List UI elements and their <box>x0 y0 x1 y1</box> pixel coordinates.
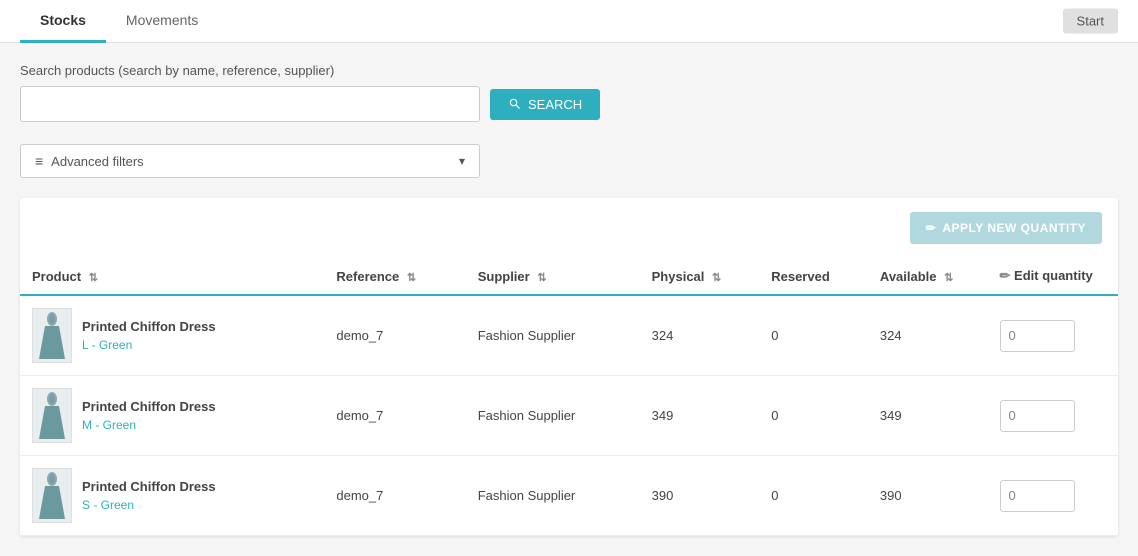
reserved-cell-0: 0 <box>759 295 868 376</box>
search-label: Search products (search by name, referen… <box>20 63 1118 78</box>
reference-cell-0: demo_7 <box>324 295 465 376</box>
edit-qty-input-0[interactable] <box>1000 320 1075 352</box>
edit-qty-cell-0 <box>988 295 1119 376</box>
table-row: Printed Chiffon Dress S - Green demo_7 F… <box>20 456 1118 536</box>
product-name-0: Printed Chiffon Dress <box>82 319 216 334</box>
apply-new-quantity-button[interactable]: ✏ APPLY NEW QUANTITY <box>910 212 1102 244</box>
search-input[interactable] <box>20 86 480 122</box>
sort-icon-product[interactable]: ⇅ <box>89 272 98 284</box>
col-header-edit: ✏ Edit quantity <box>988 258 1119 295</box>
edit-qty-cell-1 <box>988 376 1119 456</box>
reference-cell-1: demo_7 <box>324 376 465 456</box>
product-variant-2: S - Green <box>82 498 134 512</box>
edit-qty-cell-2 <box>988 456 1119 536</box>
advanced-filters-label: Advanced filters <box>51 154 144 169</box>
col-header-physical: Physical ⇅ <box>640 258 760 295</box>
product-image-2 <box>32 468 72 523</box>
available-cell-2: 390 <box>868 456 988 536</box>
col-header-reference: Reference ⇅ <box>324 258 465 295</box>
edit-qty-input-2[interactable] <box>1000 480 1075 512</box>
search-button[interactable]: SEARCH <box>490 89 600 120</box>
col-header-available: Available ⇅ <box>868 258 988 295</box>
edit-qty-input-1[interactable] <box>1000 400 1075 432</box>
reference-cell-2: demo_7 <box>324 456 465 536</box>
sort-icon-physical[interactable]: ⇅ <box>712 272 721 284</box>
main-content: ✏ APPLY NEW QUANTITY Product ⇅ Reference… <box>20 198 1118 536</box>
supplier-cell-1: Fashion Supplier <box>466 376 640 456</box>
search-button-label: SEARCH <box>528 97 582 112</box>
product-cell-0: Printed Chiffon Dress L - Green <box>20 295 324 376</box>
table-row: Printed Chiffon Dress M - Green demo_7 F… <box>20 376 1118 456</box>
product-variant-0: L - Green <box>82 338 132 352</box>
product-cell-1: Printed Chiffon Dress M - Green <box>20 376 324 456</box>
product-cell-2: Printed Chiffon Dress S - Green <box>20 456 324 536</box>
tab-stocks[interactable]: Stocks <box>20 0 106 43</box>
product-image-1 <box>32 388 72 443</box>
supplier-cell-0: Fashion Supplier <box>466 295 640 376</box>
tabs-bar: Stocks Movements Start <box>0 0 1138 43</box>
available-cell-0: 324 <box>868 295 988 376</box>
table-row: Printed Chiffon Dress L - Green demo_7 F… <box>20 295 1118 376</box>
search-icon <box>508 97 522 111</box>
filter-row: ≡ Advanced filters ▾ <box>20 144 1118 178</box>
table-header-row: Product ⇅ Reference ⇅ Supplier ⇅ Physica… <box>20 258 1118 295</box>
col-header-supplier: Supplier ⇅ <box>466 258 640 295</box>
advanced-filters-dropdown[interactable]: ≡ Advanced filters ▾ <box>20 144 480 178</box>
search-row: SEARCH <box>20 86 1118 122</box>
sort-icon-available[interactable]: ⇅ <box>944 272 953 284</box>
reserved-cell-1: 0 <box>759 376 868 456</box>
reserved-cell-2: 0 <box>759 456 868 536</box>
stock-table: Product ⇅ Reference ⇅ Supplier ⇅ Physica… <box>20 258 1118 536</box>
table-actions-row: ✏ APPLY NEW QUANTITY <box>20 198 1118 258</box>
physical-cell-1: 349 <box>640 376 760 456</box>
apply-btn-label: APPLY NEW QUANTITY <box>942 221 1086 235</box>
product-name-1: Printed Chiffon Dress <box>82 399 216 414</box>
supplier-cell-2: Fashion Supplier <box>466 456 640 536</box>
col-header-reserved: Reserved <box>759 258 868 295</box>
available-cell-1: 349 <box>868 376 988 456</box>
pencil-edit-icon: ✏ <box>1000 268 1011 283</box>
pencil-icon: ✏ <box>926 221 937 235</box>
chevron-down-icon: ▾ <box>459 154 465 168</box>
sort-icon-supplier[interactable]: ⇅ <box>537 272 546 284</box>
filter-icon: ≡ <box>35 153 43 169</box>
sort-icon-reference[interactable]: ⇅ <box>407 272 416 284</box>
col-header-product: Product ⇅ <box>20 258 324 295</box>
physical-cell-0: 324 <box>640 295 760 376</box>
product-image-0 <box>32 308 72 363</box>
product-name-2: Printed Chiffon Dress <box>82 479 216 494</box>
start-button[interactable]: Start <box>1063 9 1118 34</box>
physical-cell-2: 390 <box>640 456 760 536</box>
product-variant-1: M - Green <box>82 418 136 432</box>
tab-movements[interactable]: Movements <box>106 0 218 43</box>
search-section: Search products (search by name, referen… <box>0 43 1138 132</box>
